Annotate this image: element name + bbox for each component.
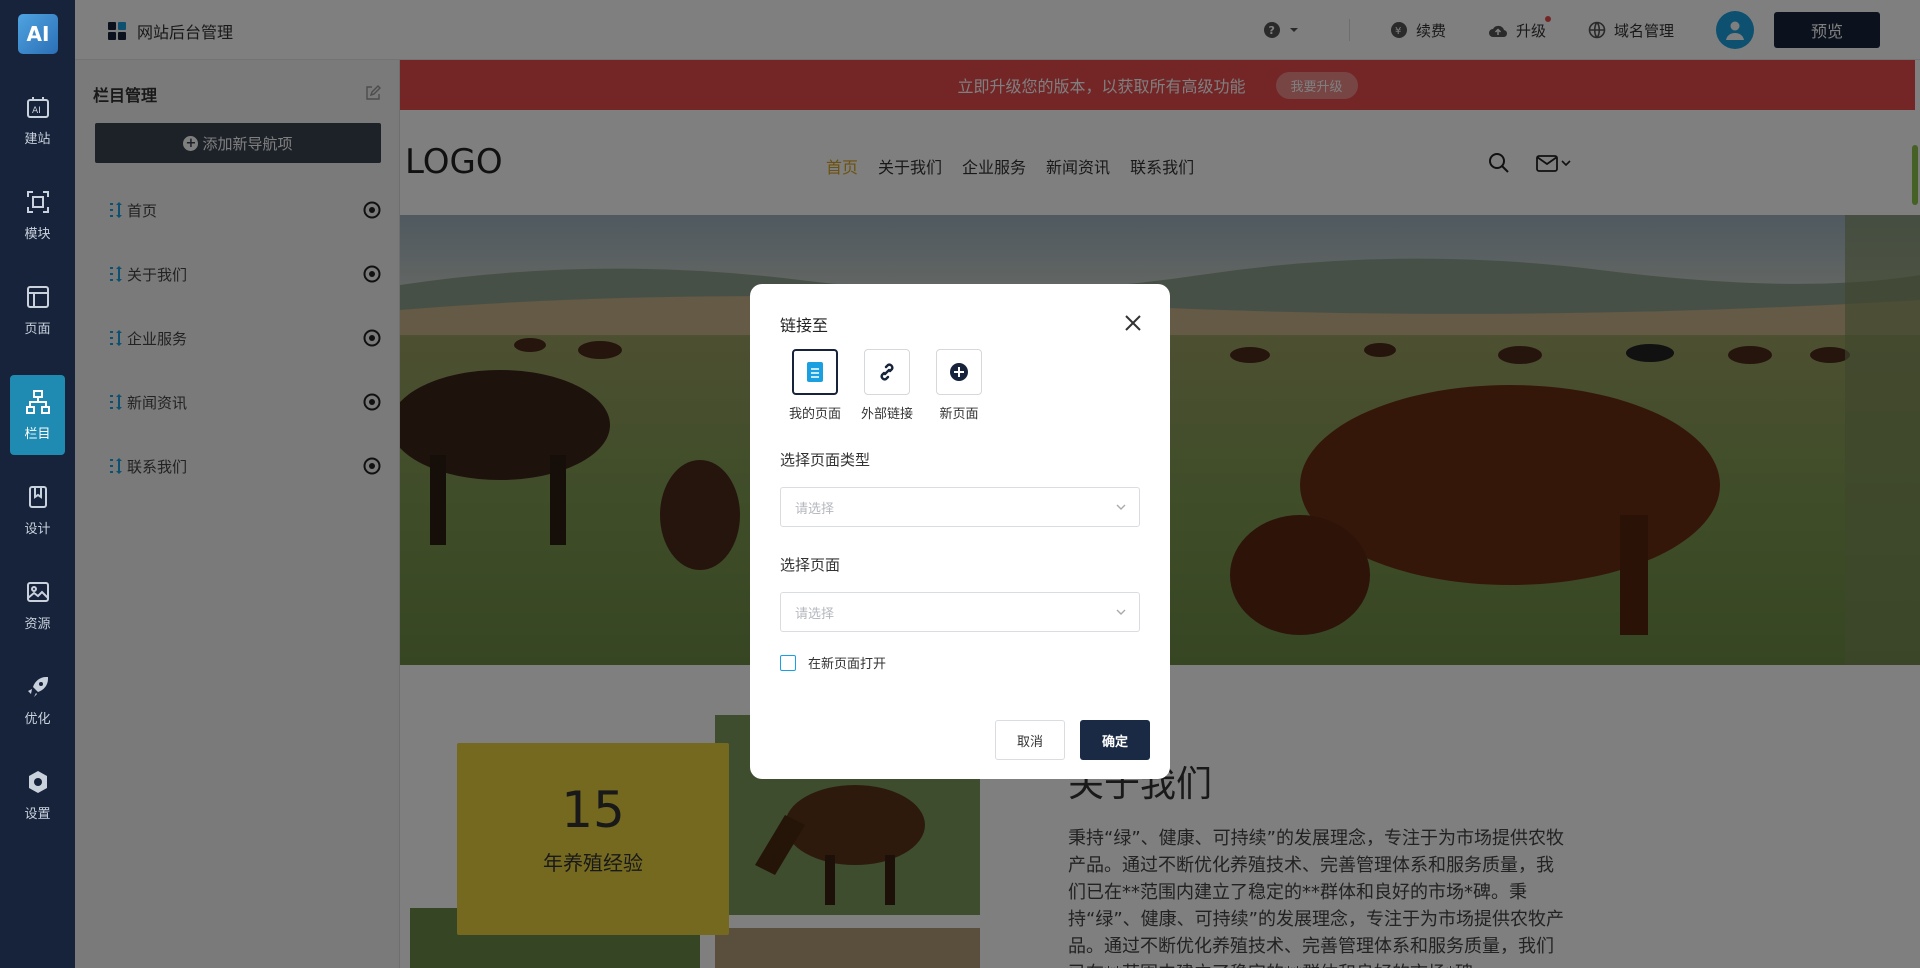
design-icon xyxy=(28,485,47,508)
option-box xyxy=(864,349,910,395)
ai-build-icon: AI xyxy=(26,96,49,118)
document-icon xyxy=(807,362,823,382)
page-label: 选择页面 xyxy=(780,556,841,574)
rail-item-label: 设计 xyxy=(24,521,51,537)
sitemap-icon xyxy=(25,389,50,414)
page-type-select[interactable]: 请选择 xyxy=(780,487,1140,527)
option-label: 我的页面 xyxy=(788,407,841,422)
confirm-button[interactable]: 确定 xyxy=(1080,720,1150,760)
new-window-option[interactable]: 在新页面打开 xyxy=(780,653,886,672)
rail-item-label: 模块 xyxy=(24,226,51,242)
page-type-placeholder: 请选择 xyxy=(795,501,835,517)
link-option-external[interactable]: 外部链接 xyxy=(852,349,922,422)
svg-text:AI: AI xyxy=(32,106,41,116)
new-window-label: 在新页面打开 xyxy=(808,657,887,672)
rail-item-label: 优化 xyxy=(24,711,51,727)
link-option-my-page[interactable]: 我的页面 xyxy=(780,349,850,422)
rail-item-page[interactable]: 页面 xyxy=(10,270,65,350)
page-icon xyxy=(26,285,49,308)
rocket-icon xyxy=(27,676,48,697)
left-rail: AI AI 建站 模块 页面 栏目 设计 资源 优化 设置 xyxy=(0,0,75,968)
chevron-down-icon xyxy=(1116,609,1126,615)
rail-item-label: 建站 xyxy=(24,131,51,147)
link-dialog: 链接至 我的页面 外部链接 新页面 选择页面类型 请选择 选择页面 请选择 在新… xyxy=(750,284,1170,779)
rail-item-settings[interactable]: 设置 xyxy=(10,755,65,835)
new-window-checkbox[interactable] xyxy=(780,654,796,671)
page-select[interactable]: 请选择 xyxy=(780,592,1140,632)
dialog-title: 链接至 xyxy=(780,316,829,335)
rail-item-label: 栏目 xyxy=(24,426,51,442)
cancel-button[interactable]: 取消 xyxy=(995,720,1065,760)
link-option-new-page[interactable]: 新页面 xyxy=(924,349,994,422)
app-logo[interactable]: AI xyxy=(18,14,58,54)
rail-item-build[interactable]: AI 建站 xyxy=(10,80,65,160)
option-box xyxy=(792,349,838,395)
rail-item-label: 页面 xyxy=(24,321,51,337)
rail-item-columns[interactable]: 栏目 xyxy=(10,375,65,455)
page-placeholder: 请选择 xyxy=(795,606,835,622)
rail-item-label: 资源 xyxy=(24,616,51,632)
plus-circle-icon xyxy=(950,363,968,381)
rail-item-resources[interactable]: 资源 xyxy=(10,565,65,645)
link-icon xyxy=(880,363,894,381)
module-icon xyxy=(26,190,49,213)
rail-item-optimize[interactable]: 优化 xyxy=(10,660,65,740)
option-label: 新页面 xyxy=(939,407,979,422)
close-icon[interactable] xyxy=(1124,314,1142,332)
option-box xyxy=(936,349,982,395)
option-label: 外部链接 xyxy=(860,407,913,422)
chevron-down-icon xyxy=(1116,504,1126,510)
rail-item-label: 设置 xyxy=(24,806,51,822)
rail-item-module[interactable]: 模块 xyxy=(10,175,65,255)
gear-icon xyxy=(28,770,47,793)
rail-item-design[interactable]: 设计 xyxy=(10,470,65,550)
image-icon xyxy=(26,581,49,602)
page-type-label: 选择页面类型 xyxy=(780,451,871,469)
